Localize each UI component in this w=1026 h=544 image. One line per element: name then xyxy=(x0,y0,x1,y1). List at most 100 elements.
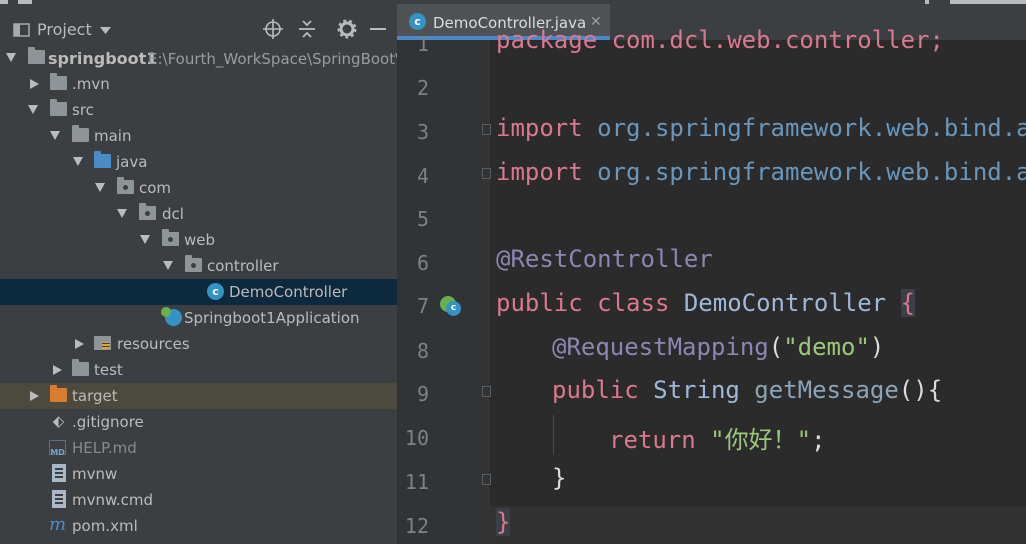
paren: ( xyxy=(768,333,784,361)
fold-marker-icon[interactable] xyxy=(482,386,491,397)
tree-item-label: target xyxy=(72,387,118,405)
project-panel: Project springboot1 E:\Fourth_WorkSpace\… xyxy=(0,4,397,544)
line-number: 11 xyxy=(404,470,429,494)
minimize-icon[interactable] xyxy=(370,26,386,32)
locate-icon[interactable] xyxy=(263,19,283,39)
indent-guide xyxy=(553,415,554,455)
line-number: 12 xyxy=(404,514,429,538)
expand-arrow-icon[interactable] xyxy=(163,261,173,270)
annotation: @RestController xyxy=(496,245,713,273)
expand-arrow-icon[interactable] xyxy=(28,105,38,114)
tree-item-label: main xyxy=(94,127,132,145)
git-icon: ⬖ xyxy=(52,412,65,430)
excluded-folder-icon xyxy=(50,385,67,402)
line-number: 4 xyxy=(416,164,429,188)
line-number: 7 xyxy=(416,294,429,318)
expand-arrow-icon[interactable] xyxy=(30,79,39,89)
tree-item-label: mvnw.cmd xyxy=(72,491,154,509)
tree-item-pom-xml[interactable]: m pom.xml xyxy=(0,513,397,539)
expand-arrow-icon[interactable] xyxy=(73,157,83,166)
package-icon xyxy=(139,203,156,220)
tree-item-mvnw[interactable]: mvnw xyxy=(0,461,397,487)
line-number: 10 xyxy=(404,426,429,450)
code-line-4[interactable]: import org.springframework.web.bind.an xyxy=(496,158,1026,186)
folder-icon xyxy=(50,99,67,116)
tree-item-src[interactable]: src xyxy=(0,97,397,123)
expand-arrow-icon[interactable] xyxy=(117,209,127,218)
tree-item-gitignore[interactable]: ⬖ .gitignore xyxy=(0,409,397,435)
collapse-all-icon[interactable] xyxy=(297,19,317,39)
gear-icon[interactable] xyxy=(337,19,357,39)
expand-arrow-icon[interactable] xyxy=(6,53,16,62)
import-keyword: import xyxy=(496,158,583,186)
string-literal: "demo" xyxy=(783,333,870,361)
tree-item-label: springboot1 xyxy=(48,49,158,68)
code-line-3[interactable]: import org.springframework.web.bind.an xyxy=(496,114,1026,142)
tree-item-springboot1-application[interactable]: Springboot1Application xyxy=(0,305,397,331)
tree-item-target[interactable]: target xyxy=(0,383,397,409)
editor-gutter: 1 2 3 4 5 6 7 8 9 10 11 12 xyxy=(399,32,490,544)
code-line-12[interactable]: } xyxy=(496,508,511,536)
spring-boot-class-icon xyxy=(161,307,182,326)
tree-item-mvnw-cmd[interactable]: mvnw.cmd xyxy=(0,487,397,513)
class-icon: c xyxy=(207,283,224,300)
project-panel-title[interactable]: Project xyxy=(37,20,92,39)
tree-item-label: dcl xyxy=(162,205,184,223)
tree-item-label: src xyxy=(72,101,94,119)
tree-item-com[interactable]: com xyxy=(0,175,397,201)
folder-icon xyxy=(72,359,89,376)
code-line-7[interactable]: public class DemoController { xyxy=(496,289,916,317)
import-path: org.springframework.web.bind.an xyxy=(582,114,1026,142)
tree-item-dcl[interactable]: dcl xyxy=(0,201,397,227)
file-icon xyxy=(52,490,66,508)
tree-item-mvn[interactable]: .mvn xyxy=(0,71,397,97)
package-icon xyxy=(117,177,134,194)
fold-marker-icon[interactable] xyxy=(482,474,491,485)
expand-arrow-icon[interactable] xyxy=(75,339,84,349)
tree-item-label: pom.xml xyxy=(72,517,138,535)
tree-item-springboot1[interactable]: springboot1 E:\Fourth_WorkSpace\SpringBo… xyxy=(0,45,397,71)
code-line-6[interactable]: @RestController xyxy=(496,245,713,273)
spring-bean-gutter-icon[interactable]: c xyxy=(440,296,462,318)
tree-item-label: .gitignore xyxy=(72,413,144,431)
tree-item-controller[interactable]: controller xyxy=(0,253,397,279)
tree-item-resources[interactable]: resources xyxy=(0,331,397,357)
code-line-11[interactable]: } xyxy=(552,464,566,492)
closing-brace: } xyxy=(496,508,511,536)
line-number: 5 xyxy=(416,207,429,231)
tree-item-label: controller xyxy=(207,257,279,275)
expand-arrow-icon[interactable] xyxy=(50,131,60,140)
tree-item-help-md[interactable]: MD HELP.md xyxy=(0,435,397,461)
tree-item-test[interactable]: test xyxy=(0,357,397,383)
code-line-8[interactable]: @RequestMapping("demo") xyxy=(552,333,884,361)
line-number: 8 xyxy=(416,339,429,363)
current-line-highlight xyxy=(399,506,1026,544)
import-path: org.springframework.web.bind.an xyxy=(582,158,1026,186)
import-keyword: import xyxy=(496,114,583,142)
tree-item-web[interactable]: web xyxy=(0,227,397,253)
tree-item-label: web xyxy=(184,231,216,249)
expand-arrow-icon[interactable] xyxy=(95,183,105,192)
file-icon xyxy=(52,464,66,482)
dropdown-arrow-icon[interactable] xyxy=(100,26,112,36)
source-folder-icon xyxy=(94,151,111,168)
class-keyword: public class xyxy=(496,289,670,317)
markdown-icon: MD xyxy=(49,440,66,457)
fold-marker-icon[interactable] xyxy=(482,168,491,179)
tree-item-main[interactable]: main xyxy=(0,123,397,149)
tree-item-label: mvnw xyxy=(72,465,118,483)
tree-item-label: .mvn xyxy=(72,75,110,93)
public-keyword: public xyxy=(552,376,639,404)
brace: { xyxy=(900,289,916,317)
tree-item-java[interactable]: java xyxy=(0,149,397,175)
expand-arrow-icon[interactable] xyxy=(30,391,39,401)
module-path: E:\Fourth_WorkSpace\SpringBoot\ xyxy=(148,50,397,68)
code-line-9[interactable]: public String getMessage(){ xyxy=(552,376,942,404)
package-icon xyxy=(185,255,202,272)
expand-arrow-icon[interactable] xyxy=(140,235,150,244)
code-line-1[interactable]: package com.dcl.web.controller; xyxy=(496,26,944,54)
expand-arrow-icon[interactable] xyxy=(53,365,62,375)
code-line-10[interactable]: return "你好！"; xyxy=(609,420,826,455)
fold-marker-icon[interactable] xyxy=(482,124,491,135)
tree-item-demo-controller[interactable]: c DemoController xyxy=(0,279,397,305)
